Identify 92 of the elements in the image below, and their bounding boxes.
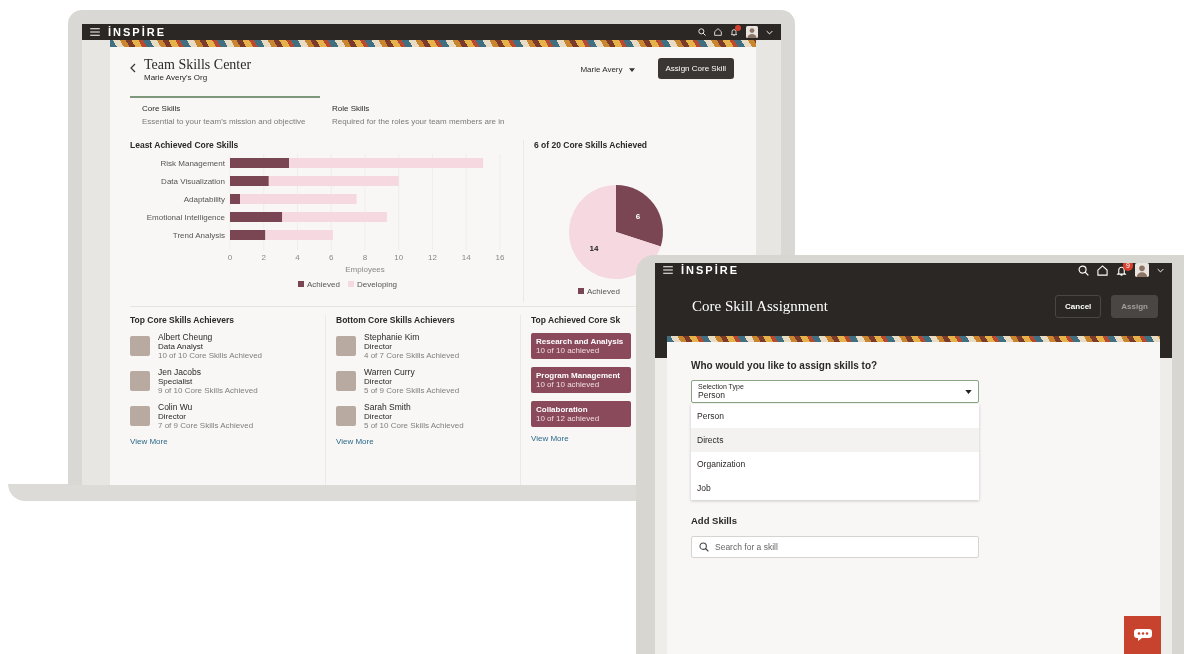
avatar-icon[interactable] [1135, 263, 1149, 277]
bell-icon[interactable] [730, 28, 738, 36]
tick-label: 4 [295, 253, 300, 262]
progress-text: 7 of 9 Core Skills Achieved [158, 421, 254, 430]
person-name: Stephanie Kim [364, 332, 421, 342]
person-name: Colin Wu [158, 402, 194, 412]
category-label: Trend Analysis [172, 231, 225, 240]
search-icon[interactable] [699, 542, 709, 552]
chevron-down-icon[interactable] [766, 29, 773, 35]
bell-icon[interactable] [1116, 264, 1127, 276]
search-box[interactable]: Search for a skill [691, 536, 979, 558]
legend-label: Achieved [307, 280, 340, 289]
logo-wordmark: İNSPİRE [108, 26, 166, 38]
legend-swatch [578, 288, 584, 294]
search-icon[interactable] [698, 28, 706, 36]
category-label: Data Visualization [161, 177, 225, 186]
person-name: Jen Jacobs [158, 367, 202, 377]
page-title: Core Skill Assignment [692, 298, 829, 315]
dropdown-option[interactable]: Directs [691, 428, 979, 452]
person-selector[interactable]: Marie Avery [580, 65, 623, 74]
progress-text: 9 of 10 Core Skills Achieved [158, 386, 258, 395]
axis-label: Employees [345, 265, 385, 274]
tick-label: 6 [329, 253, 334, 262]
tick-label: 12 [428, 253, 437, 262]
tick-label: 10 [394, 253, 404, 262]
notification-badge [735, 25, 741, 31]
photo-placeholder [336, 371, 356, 391]
chart-title: Least Achieved Core Skills [130, 140, 240, 150]
person-name: Sarah Smith [364, 402, 412, 412]
category-label: Emotional Intelligence [146, 213, 225, 222]
menu-icon[interactable] [663, 266, 673, 274]
caret-icon[interactable] [628, 67, 635, 72]
dropdown-option[interactable]: Person [691, 404, 979, 428]
chat-bubble-icon [1132, 628, 1153, 642]
person-role: Director [364, 412, 393, 421]
skill-tile[interactable]: Research and Analysis 10 of 10 achieved [531, 333, 631, 359]
progress-text: 5 of 9 Core Skills Achieved [364, 386, 460, 395]
view-more-link[interactable]: View More [531, 434, 569, 443]
caret-icon[interactable] [965, 389, 972, 394]
tick-label: 2 [261, 253, 266, 262]
person-role: Director [364, 342, 393, 351]
progress-text: 4 of 7 Core Skills Achieved [364, 351, 460, 360]
home-icon[interactable] [1097, 264, 1108, 276]
header-button[interactable]: Cancel [1055, 295, 1102, 318]
tick-label: 14 [461, 253, 471, 262]
slice-label: 6 [635, 212, 641, 221]
view-more-link[interactable]: View More [130, 437, 168, 446]
section-heading: Add Skills [691, 515, 738, 526]
person-role: Data Analyst [158, 342, 204, 351]
assign-core-skill-button[interactable]: Assign Core Skill [657, 58, 734, 79]
category-label: Risk Management [160, 159, 225, 168]
page-subtitle: Marie Avery's Org [144, 73, 209, 82]
person-role: Director [158, 412, 187, 421]
skill-tile[interactable]: Program Management 10 of 10 achieved [531, 367, 631, 393]
photo-placeholder [130, 406, 150, 426]
photo-placeholder [336, 336, 356, 356]
tab[interactable]: Core Skills Essential to your team's mission and objective [130, 96, 320, 132]
chart-title: 6 of 20 Core Skills Achieved [534, 140, 649, 150]
person-role: Specialist [158, 377, 194, 386]
legend-label: Developing [357, 280, 398, 289]
person-name: Warren Curry [364, 367, 416, 377]
person-role: Director [364, 377, 393, 386]
chat-button[interactable] [1124, 616, 1161, 654]
home-icon[interactable] [714, 28, 722, 36]
progress-text: 5 of 10 Core Skills Achieved [364, 421, 464, 430]
view-more-link[interactable]: View More [336, 437, 374, 446]
page-title: Team Skills Center [144, 57, 252, 73]
photo-placeholder [336, 406, 356, 426]
category-label: Adaptability [183, 195, 225, 204]
photo-placeholder [130, 336, 150, 356]
skill-tile[interactable]: Collaboration 10 of 12 achieved [531, 401, 631, 427]
tick-label: 8 [362, 253, 368, 262]
legend-label: Achieved [587, 287, 620, 296]
progress-text: 10 of 10 Core Skills Achieved [158, 351, 263, 360]
avatar-icon[interactable] [746, 26, 758, 38]
section-heading: Top Achieved Core Sk [531, 315, 622, 325]
dropdown-option[interactable]: Organization [691, 452, 979, 476]
section-heading: Top Core Skills Achievers [130, 315, 235, 325]
logo-wordmark: İNSPİRE [681, 264, 739, 276]
skill-search-field[interactable]: Search for a skill [715, 541, 971, 553]
chevron-down-icon[interactable] [1157, 267, 1164, 273]
slice-label: 14 [589, 244, 599, 253]
photo-placeholder [130, 371, 150, 391]
person-name: Albert Cheung [158, 332, 214, 342]
form-question: Who would you like to assign skills to? [691, 360, 879, 371]
tab[interactable]: Role Skills Required for the roles your team members are in [320, 96, 510, 132]
tick-label: 0 [227, 253, 233, 262]
search-icon[interactable] [1078, 264, 1089, 276]
dropdown-option[interactable]: Job [691, 476, 979, 500]
section-heading: Bottom Core Skills Achievers [336, 315, 456, 325]
menu-icon[interactable] [90, 28, 100, 36]
tick-label: 16 [495, 253, 505, 262]
